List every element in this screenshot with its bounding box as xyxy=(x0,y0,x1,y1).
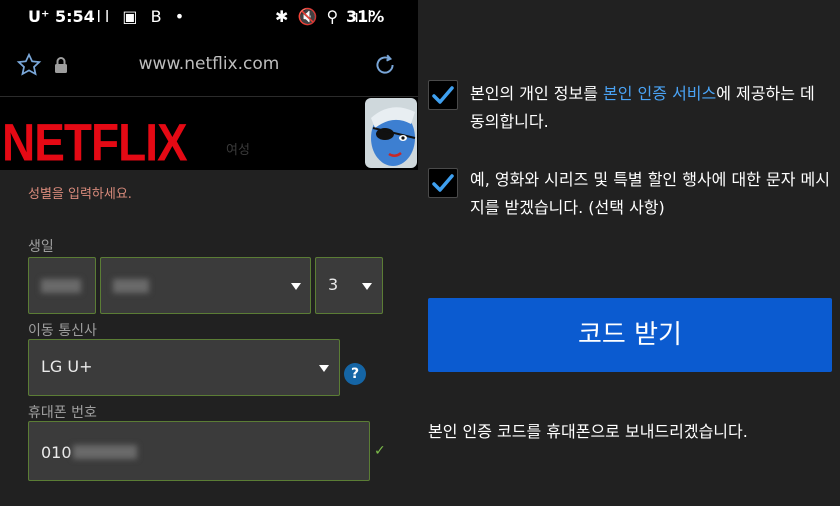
notification-icons: ıll ▣ B • xyxy=(88,7,189,26)
checkmark-icon xyxy=(432,86,454,104)
left-panel: U⁺ 5:54 ıll ▣ B • ✱ 🔇 ⚲ .ıll 31% www.net… xyxy=(0,0,418,506)
carrier-label: 이동 통신사 xyxy=(28,323,97,339)
phone-label: 휴대폰 번호 xyxy=(28,405,97,421)
get-code-button[interactable]: 코드 받기 xyxy=(428,298,832,372)
netflix-logo: NETFLIX xyxy=(2,112,188,172)
birth-day-select[interactable]: 3 xyxy=(315,257,383,314)
birth-day-value: 3 xyxy=(328,275,339,294)
status-bar: U⁺ 5:54 ıll ▣ B • ✱ 🔇 ⚲ .ıll 31% xyxy=(0,0,418,34)
netflix-header: NETFLIX 여성 xyxy=(0,96,418,172)
chevron-down-icon xyxy=(319,365,329,372)
gender-faded-text: 여성 xyxy=(226,143,250,158)
browser-url-bar: www.netflix.com xyxy=(0,34,418,96)
valid-check-icon: ✓ xyxy=(374,443,386,459)
phone-prefix: 010 xyxy=(41,443,72,462)
carrier-select[interactable]: LG U+ xyxy=(28,339,340,396)
carrier-and-time: U⁺ 5:54 xyxy=(28,7,95,26)
url-text[interactable]: www.netflix.com xyxy=(0,54,418,74)
chevron-down-icon xyxy=(291,283,301,290)
consent-text-sms: 예, 영화와 시리즈 및 특별 할인 행사에 대한 문자 메시지를 받겠습니다.… xyxy=(470,170,830,217)
checkmark-icon xyxy=(432,174,454,192)
redacted-value xyxy=(41,279,81,293)
redacted-value xyxy=(73,445,137,459)
reload-icon[interactable] xyxy=(372,52,398,78)
profile-avatar-icon[interactable] xyxy=(365,98,417,168)
chevron-down-icon xyxy=(362,283,372,290)
phone-input[interactable]: 010 xyxy=(28,421,370,481)
carrier-value: LG U+ xyxy=(41,357,93,376)
consent-checkbox-sms[interactable] xyxy=(428,168,458,198)
birth-year-select[interactable] xyxy=(28,257,96,314)
battery-level: 31% xyxy=(346,7,385,26)
consent-text-personal-info: 본인의 개인 정보를 본인 인증 서비스에 제공하는 데 동의합니다. xyxy=(470,84,815,131)
birth-month-select[interactable] xyxy=(100,257,311,314)
redacted-value xyxy=(113,279,149,293)
verification-note: 본인 인증 코드를 휴대폰으로 보내드리겠습니다. xyxy=(428,422,748,441)
help-icon[interactable]: ? xyxy=(344,363,366,385)
consent-checkbox-personal-info[interactable] xyxy=(428,80,458,110)
birthday-label: 생일 xyxy=(28,239,54,255)
gender-hint: 성별을 입력하세요. xyxy=(28,187,132,202)
verification-service-link[interactable]: 본인 인증 서비스 xyxy=(603,84,716,103)
